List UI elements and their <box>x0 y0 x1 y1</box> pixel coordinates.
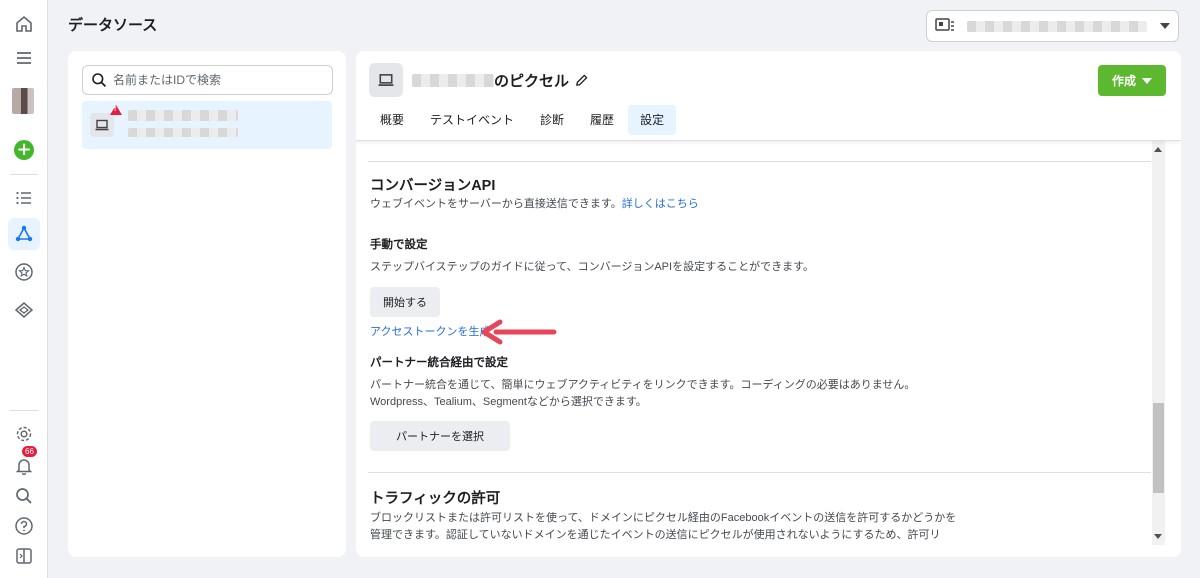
pixel-header: のピクセル 作成 概要 テストイベント 診断 履歴 設定 <box>356 51 1181 141</box>
manual-setup-title: 手動で設定 <box>370 239 428 251</box>
rail-divider <box>10 174 38 175</box>
traffic-permissions-title: トラフィックの許可 <box>370 491 501 507</box>
tab-diagnostics[interactable]: 診断 <box>528 105 576 135</box>
pixel-name-redacted <box>412 74 494 87</box>
tab-history[interactable]: 履歴 <box>578 105 626 135</box>
settings-content: コンバージョンAPI ウェブイベントをサーバーから直接送信できます。詳しくはこち… <box>356 141 1152 557</box>
source-id-redacted <box>128 128 238 137</box>
search-box[interactable] <box>82 65 333 95</box>
notifications-bell-icon[interactable]: 66 <box>8 446 40 482</box>
laptop-icon <box>90 113 114 137</box>
pixel-tabs: 概要 テストイベント 診断 履歴 設定 <box>368 105 677 135</box>
partner-handshake-icon[interactable] <box>8 294 40 326</box>
section-divider <box>368 472 1151 473</box>
business-account-icon <box>935 18 955 34</box>
conversions-api-title: コンバージョンAPI <box>370 178 496 194</box>
partner-setup-description-line-2: Wordpress、Tealium、Segmentなどから選択できます。 <box>370 396 647 408</box>
edit-pencil-icon[interactable] <box>575 74 588 87</box>
content-scrollbar[interactable] <box>1152 141 1165 545</box>
scrollbar-thumb[interactable] <box>1153 403 1164 493</box>
page-title: データソース <box>68 17 158 34</box>
chevron-down-icon <box>1142 77 1152 84</box>
search-icon[interactable] <box>8 480 40 512</box>
add-icon[interactable]: + <box>8 134 40 166</box>
scroll-up-arrow-icon[interactable] <box>1154 147 1162 152</box>
partner-setup-title: パートナー統合経由で設定 <box>370 357 508 369</box>
search-input[interactable] <box>113 73 313 87</box>
pixel-name-suffix: のピクセル <box>494 73 570 90</box>
tab-test-events[interactable]: テストイベント <box>418 105 526 135</box>
traffic-permissions-description-line-1: ブロックリストまたは許可リストを使って、ドメインにピクセル経由のFacebook… <box>370 512 957 524</box>
learn-more-link[interactable]: 詳しくはこちら <box>622 198 699 210</box>
sidebar-toggle-icon[interactable] <box>8 540 40 572</box>
partner-setup-description-line-1: パートナー統合を通じて、簡単にウェブアクティビティをリンクできます。コーディング… <box>370 379 916 391</box>
create-button[interactable]: 作成 <box>1098 65 1166 96</box>
conversions-api-description: ウェブイベントをサーバーから直接送信できます。詳しくはこちら <box>370 198 699 210</box>
menu-icon[interactable] <box>8 42 40 74</box>
section-divider <box>368 161 1151 162</box>
avatar[interactable] <box>12 88 34 114</box>
account-name-redacted <box>967 20 1147 32</box>
search-icon <box>92 73 107 88</box>
chevron-down-icon <box>1160 23 1170 29</box>
events-manager-icon[interactable] <box>8 218 40 250</box>
choose-partner-button[interactable]: パートナーを選択 <box>370 421 510 451</box>
pixel-details-panel: のピクセル 作成 概要 テストイベント 診断 履歴 設定 コンバージョンAPI … <box>356 51 1181 557</box>
generate-access-token-link[interactable]: アクセストークンを生成 <box>370 324 490 341</box>
ad-account-selector[interactable] <box>926 10 1179 42</box>
start-button[interactable]: 開始する <box>370 287 440 317</box>
notification-count-badge: 66 <box>22 446 37 457</box>
star-icon[interactable] <box>8 256 40 288</box>
source-name-redacted <box>128 110 238 121</box>
laptop-icon <box>369 63 403 97</box>
manual-setup-description: ステップバイステップのガイドに従って、コンバージョンAPIを設定することができま… <box>370 261 814 273</box>
traffic-permissions-description-line-2: 管理できます。認証していないドメインを通じたイベントの送信にピクセルが使用されな… <box>370 529 941 541</box>
scroll-down-arrow-icon[interactable] <box>1154 534 1162 539</box>
left-nav-rail: + 66 <box>0 0 48 578</box>
list-icon[interactable] <box>8 182 40 214</box>
gear-icon[interactable] <box>8 418 40 450</box>
rail-divider <box>10 410 38 411</box>
tab-settings[interactable]: 設定 <box>628 105 677 135</box>
help-icon[interactable] <box>8 510 40 542</box>
data-sources-panel: ! <box>68 51 346 557</box>
annotation-arrow-icon <box>481 319 557 345</box>
tab-overview[interactable]: 概要 <box>368 105 416 135</box>
data-source-list-item[interactable]: ! <box>82 101 332 149</box>
pixel-title: のピクセル <box>412 70 588 91</box>
home-icon[interactable] <box>8 8 40 40</box>
